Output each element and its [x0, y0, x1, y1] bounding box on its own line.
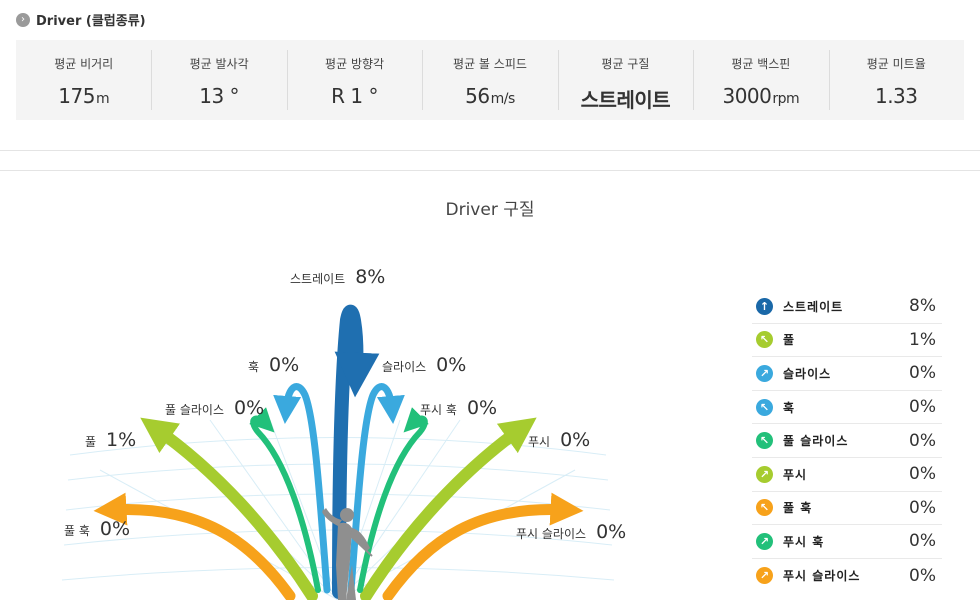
arrow-up-right-icon: ↗	[756, 364, 773, 382]
label-push-hook: 푸시 훅 0%	[420, 397, 498, 419]
legend-item: ↑ 스트레이트 8%	[752, 290, 942, 324]
legend-item: ↗ 푸시 훅 0%	[752, 525, 942, 559]
label-hook: 훅 0%	[248, 354, 300, 376]
legend-item: ↖ 훅 0%	[752, 391, 942, 425]
label-straight: 스트레이트 8%	[290, 266, 386, 288]
arrow-up-icon: ↑	[756, 297, 773, 315]
label-pull: 풀 1%	[85, 429, 137, 451]
arrow-up-left-icon: ↖	[756, 331, 773, 349]
legend-item: ↖ 풀 훅 0%	[752, 492, 942, 526]
arrow-up-right-icon: ↗	[756, 465, 773, 483]
label-pull-hook: 풀 훅 0%	[64, 518, 131, 540]
label-push-slice: 푸시 슬라이스 0%	[516, 521, 627, 543]
legend: ↑ 스트레이트 8% ↖ 풀 1% ↗ 슬라이스 0% ↖ 훅 0% ↖ 풀 슬라이스 0…	[752, 290, 942, 592]
arrow-up-left-icon: ↖	[756, 432, 773, 450]
label-slice: 슬라이스 0%	[382, 354, 467, 376]
arrow-up-left-icon: ↖	[756, 499, 773, 517]
legend-item: ↗ 푸시 슬라이스 0%	[752, 559, 942, 593]
label-pull-slice: 풀 슬라이스 0%	[165, 397, 265, 419]
legend-item: ↖ 풀 1%	[752, 324, 942, 358]
legend-item: ↗ 슬라이스 0%	[752, 357, 942, 391]
label-push: 푸시 0%	[528, 429, 591, 451]
arrow-up-right-icon: ↗	[756, 532, 773, 550]
legend-item: ↖ 풀 슬라이스 0%	[752, 424, 942, 458]
legend-item: ↗ 푸시 0%	[752, 458, 942, 492]
arrow-up-right-icon: ↗	[756, 567, 773, 585]
arrow-up-left-icon: ↖	[756, 398, 773, 416]
